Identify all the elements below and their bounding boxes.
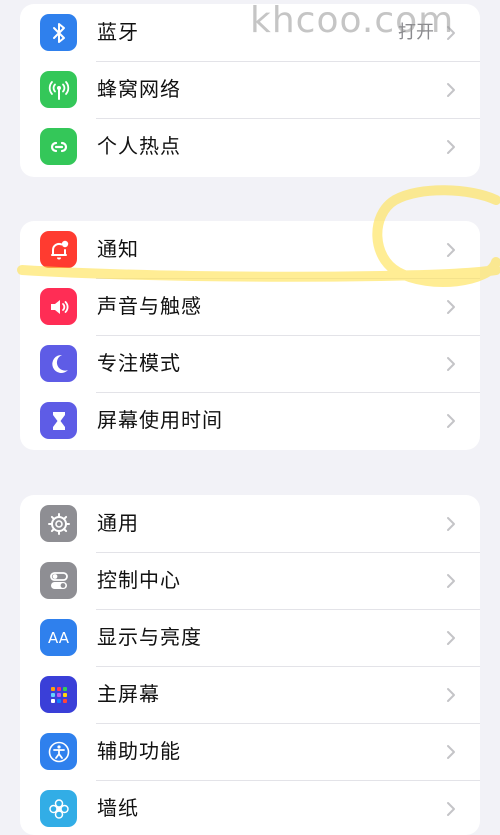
notification-bell-icon	[40, 231, 77, 268]
settings-row-personal-hotspot[interactable]: 个人热点	[20, 118, 480, 175]
settings-row-cellular[interactable]: 蜂窝网络	[20, 61, 480, 118]
settings-row-label: 蓝牙	[97, 20, 139, 44]
settings-row-focus[interactable]: 专注模式	[20, 335, 480, 392]
settings-row-label: 蜂窝网络	[97, 77, 181, 101]
chevron-right-icon	[444, 82, 458, 98]
chevron-right-icon	[444, 413, 458, 429]
personal-hotspot-icon	[40, 128, 77, 165]
settings-row-label: 屏幕使用时间	[97, 408, 223, 432]
settings-row-label: 主屏幕	[97, 682, 160, 706]
accessibility-icon	[40, 733, 77, 770]
cellular-antenna-icon	[40, 71, 77, 108]
hourglass-icon	[40, 402, 77, 439]
chevron-right-icon	[444, 139, 458, 155]
settings-group-general: 通用 控制中心 AA 显示与亮度 主屏幕 辅助功能 墙纸	[20, 495, 480, 835]
settings-row-label: 辅助功能	[97, 739, 181, 763]
settings-row-control-center[interactable]: 控制中心	[20, 552, 480, 609]
wallpaper-flower-icon	[40, 790, 77, 827]
chevron-right-icon	[444, 687, 458, 703]
chevron-right-icon	[444, 630, 458, 646]
chevron-right-icon	[444, 573, 458, 589]
gear-icon	[40, 505, 77, 542]
settings-group-notifications: 通知 声音与触感 专注模式 屏幕使用时间	[20, 221, 480, 450]
text-size-aa-glyph: AA	[48, 628, 69, 647]
speaker-icon	[40, 288, 77, 325]
settings-row-sounds-haptics[interactable]: 声音与触感	[20, 278, 480, 335]
settings-row-general[interactable]: 通用	[20, 495, 480, 552]
chevron-right-icon	[444, 356, 458, 372]
bluetooth-icon	[40, 14, 77, 51]
chevron-right-icon	[444, 516, 458, 532]
settings-row-label: 声音与触感	[97, 294, 202, 318]
settings-row-display-brightness[interactable]: AA 显示与亮度	[20, 609, 480, 666]
settings-row-home-screen[interactable]: 主屏幕	[20, 666, 480, 723]
text-size-aa-icon: AA	[40, 619, 77, 656]
settings-row-notifications[interactable]: 通知	[20, 221, 480, 278]
settings-row-label: 控制中心	[97, 568, 181, 592]
settings-row-label: 通用	[97, 511, 139, 535]
settings-row-label: 通知	[97, 237, 139, 261]
chevron-right-icon	[444, 744, 458, 760]
settings-row-label: 显示与亮度	[97, 625, 202, 649]
settings-row-label: 墙纸	[97, 796, 139, 820]
settings-row-screen-time[interactable]: 屏幕使用时间	[20, 392, 480, 449]
chevron-right-icon	[444, 242, 458, 258]
chevron-right-icon	[444, 801, 458, 817]
home-screen-grid-icon	[40, 676, 77, 713]
settings-row-label: 专注模式	[97, 351, 181, 375]
settings-row-label: 个人热点	[97, 134, 181, 158]
toggle-switches-icon	[40, 562, 77, 599]
settings-row-wallpaper[interactable]: 墙纸	[20, 780, 480, 835]
chevron-right-icon	[444, 299, 458, 315]
settings-row-accessibility[interactable]: 辅助功能	[20, 723, 480, 780]
moon-icon	[40, 345, 77, 382]
watermark: khcoo.com	[250, 0, 455, 41]
